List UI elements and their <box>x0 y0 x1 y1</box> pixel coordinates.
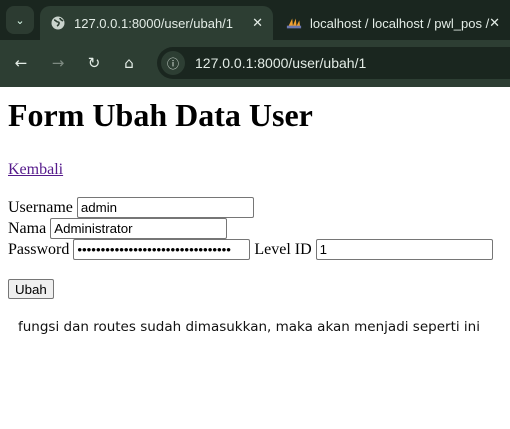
home-icon[interactable]: ⌂ <box>121 54 137 72</box>
chevron-down-icon: ⌄ <box>15 13 25 27</box>
level-id-label: Level ID <box>254 241 312 258</box>
close-tab-icon[interactable]: ✕ <box>252 15 263 31</box>
ubah-button[interactable]: Ubah <box>8 279 54 299</box>
address-bar[interactable]: ⓘ 127.0.0.1:8000/user/ubah/1 <box>157 47 510 79</box>
tab-title: 127.0.0.1:8000/user/ubah/1 <box>74 15 234 31</box>
password-label: Password <box>8 241 70 258</box>
edit-user-form: Username Nama Password Level ID Ubah <box>8 197 502 300</box>
tab-active[interactable]: 127.0.0.1:8000/user/ubah/1 ✕ <box>40 6 273 40</box>
globe-icon <box>50 15 66 31</box>
nama-input[interactable] <box>50 218 228 239</box>
username-input[interactable] <box>76 197 254 218</box>
tab-inactive[interactable]: localhost / localhost / pwl_pos / ✕ <box>280 6 510 40</box>
note-text: fungsi dan routes sudah dimasukkan, maka… <box>18 318 480 335</box>
back-link[interactable]: Kembali <box>8 161 502 179</box>
browser-tab-bar: ⌄ 127.0.0.1:8000/user/ubah/1 ✕ localhost… <box>0 0 510 40</box>
browser-toolbar: ← → ↻ ⌂ ⓘ 127.0.0.1:8000/user/ubah/1 <box>0 40 510 87</box>
forward-arrow-icon[interactable]: → <box>50 54 66 72</box>
page-title: Form Ubah Data User <box>8 97 313 133</box>
tab-title: localhost / localhost / pwl_pos / <box>310 15 490 31</box>
password-input[interactable] <box>73 239 251 260</box>
url-text[interactable]: 127.0.0.1:8000/user/ubah/1 <box>195 55 366 71</box>
nama-label: Nama <box>8 220 47 237</box>
tab-search-button[interactable]: ⌄ <box>6 6 34 34</box>
site-info-icon[interactable]: ⓘ <box>161 51 185 75</box>
level-id-input[interactable] <box>315 239 493 260</box>
close-tab-icon[interactable]: ✕ <box>489 15 500 31</box>
back-arrow-icon[interactable]: ← <box>13 54 29 72</box>
username-label: Username <box>8 199 73 216</box>
phpmyadmin-icon <box>286 15 302 31</box>
reload-icon[interactable]: ↻ <box>86 54 102 72</box>
page-content: Form Ubah Data User Kembali Username Nam… <box>0 97 510 335</box>
